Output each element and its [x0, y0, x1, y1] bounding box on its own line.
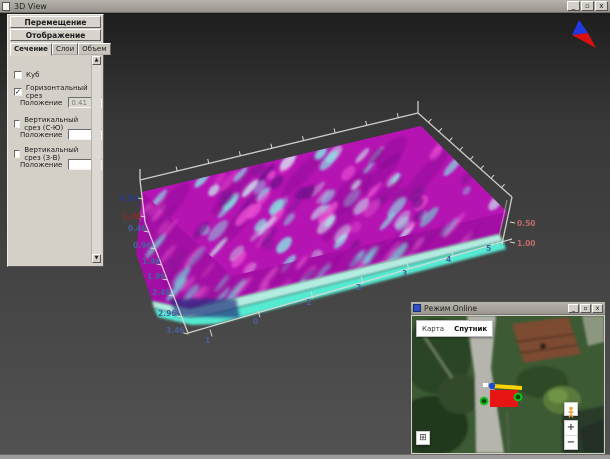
tool-panel: Перемещение Отображение СечениеСлоиОбъем… — [7, 14, 104, 267]
position-row-6: Положение — [20, 159, 91, 170]
checkbox-label: Куб — [26, 71, 39, 79]
map-canvas[interactable]: Карта Спутник + − ⊞ — [412, 316, 604, 453]
map-close-button[interactable]: x — [592, 304, 603, 313]
map-grid-button[interactable]: ⊞ — [416, 431, 430, 445]
corner-marker — [481, 398, 488, 405]
tab-layers[interactable]: Слои — [52, 43, 78, 55]
svg-text:5: 5 — [486, 244, 491, 253]
map-zoom-control: + − — [564, 420, 578, 450]
svg-text:1.96: 1.96 — [147, 272, 166, 281]
move-button[interactable]: Перемещение — [10, 16, 101, 28]
tab-volume[interactable]: Объем — [78, 43, 110, 55]
svg-text:2.46: 2.46 — [152, 288, 171, 297]
application-window: { "window": { "title": "3D View" }, "ico… — [0, 0, 610, 459]
corner-marker — [515, 394, 522, 401]
zoom-in-button[interactable]: + — [565, 421, 577, 436]
position-label: Положение — [20, 99, 62, 107]
svg-text:0.96: 0.96 — [133, 241, 152, 250]
app-icon — [2, 2, 10, 11]
svg-text:3: 3 — [402, 269, 407, 278]
map-type-switcher: Карта Спутник — [416, 320, 493, 337]
window-border — [0, 454, 610, 459]
panel-scrollbar[interactable]: ▲ ▼ — [91, 56, 101, 263]
map-maximize-button[interactable]: ▫ — [580, 304, 591, 313]
svg-text:0.50: 0.50 — [517, 219, 536, 228]
pegman-icon — [565, 406, 577, 418]
svg-text:1: 1 — [205, 336, 210, 345]
scroll-up-button[interactable]: ▲ — [92, 56, 101, 65]
streetview-button[interactable] — [564, 402, 578, 416]
satellite-layer-button[interactable]: Спутник — [449, 325, 492, 333]
checkbox-0[interactable] — [14, 71, 22, 79]
svg-text:2: 2 — [356, 283, 361, 292]
scroll-down-button[interactable]: ▼ — [92, 254, 101, 263]
svg-text:0.46: 0.46 — [128, 224, 147, 233]
svg-text:1.00: 1.00 — [122, 212, 141, 221]
checkbox-row-0: Куб — [14, 71, 91, 79]
svg-text:3.46: 3.46 — [166, 326, 185, 335]
svg-text:4: 4 — [446, 255, 451, 264]
svg-text:1.46: 1.46 — [142, 257, 161, 266]
map-minimize-button[interactable]: _ — [568, 304, 579, 313]
profile-line-overlay — [493, 386, 522, 388]
online-map-window: Режим Online _ ▫ x — [410, 301, 606, 455]
display-button[interactable]: Отображение — [10, 29, 101, 41]
position-row-2: Положение — [20, 97, 91, 108]
map-window-titlebar[interactable]: Режим Online _ ▫ x — [411, 302, 605, 315]
window-titlebar[interactable]: 3D View _ ▫ x — [0, 0, 610, 13]
svg-text:1.00: 1.00 — [517, 239, 536, 248]
svg-text:0.50: 0.50 — [119, 194, 138, 203]
map-window-icon — [413, 304, 421, 312]
checkbox-3[interactable] — [14, 120, 20, 128]
window-title: 3D View — [14, 0, 563, 13]
position-label: Положение — [20, 161, 62, 169]
zoom-out-button[interactable]: − — [565, 436, 577, 450]
svg-text:1: 1 — [306, 298, 311, 307]
maximize-button[interactable]: ▫ — [581, 1, 594, 11]
survey-area-overlay — [490, 390, 518, 407]
svg-text:2.96: 2.96 — [158, 309, 177, 318]
checkbox-1[interactable]: ✓ — [14, 88, 22, 96]
minimize-button[interactable]: _ — [567, 1, 580, 11]
map-layer-button[interactable]: Карта — [417, 325, 449, 333]
position-label: Положение — [20, 131, 62, 139]
close-button[interactable]: x — [595, 1, 608, 11]
start-point-marker — [489, 383, 495, 389]
checkbox-5[interactable] — [14, 150, 20, 158]
map-window-title: Режим Online — [424, 304, 565, 313]
position-row-4: Положение — [20, 129, 91, 140]
section-tab-content: Куб✓Горизонтальный срезПоложениеВертикал… — [10, 55, 91, 264]
svg-text:0: 0 — [253, 317, 258, 326]
